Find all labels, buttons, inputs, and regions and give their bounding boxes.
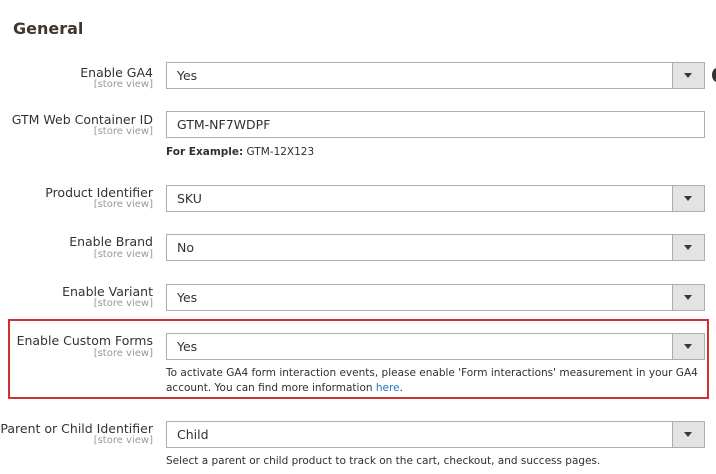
dropdown-button[interactable] (672, 235, 704, 260)
chevron-down-icon (684, 196, 692, 201)
field-example-note: For Example: GTM-12X123 (166, 145, 314, 160)
gtm-container-input[interactable]: GTM-NF7WDPF (166, 111, 705, 138)
enable-brand-select[interactable]: No (166, 234, 705, 261)
field-label: Parent or Child Identifier (0, 421, 153, 436)
note-line-1: To activate GA4 form interaction events,… (166, 367, 698, 379)
section-title: General (13, 19, 84, 38)
select-value: Yes (177, 68, 198, 83)
select-value: No (177, 240, 194, 255)
field-label: Enable Variant (62, 284, 153, 299)
parent-child-select[interactable]: Child (166, 421, 705, 448)
example-value: GTM-12X123 (243, 146, 315, 158)
chevron-down-icon (684, 295, 692, 300)
field-label: Enable GA4 (80, 65, 153, 80)
field-label: Enable Brand (69, 234, 153, 249)
dropdown-button[interactable] (672, 285, 704, 310)
enable-custom-forms-select[interactable]: Yes (166, 333, 705, 360)
field-label: Enable Custom Forms (16, 333, 153, 348)
dropdown-button[interactable] (672, 334, 704, 359)
select-value: SKU (177, 191, 202, 206)
scope-label: [store view] (93, 249, 153, 260)
note-line-2: account. You can find more information (166, 382, 376, 394)
field-label: GTM Web Container ID (11, 112, 153, 127)
select-value: Child (177, 427, 209, 442)
note-end: . (399, 382, 403, 394)
field-label: Product Identifier (45, 185, 153, 200)
scope-label: [store view] (93, 199, 153, 210)
enable-variant-select[interactable]: Yes (166, 284, 705, 311)
scope-label: [store view] (93, 348, 153, 359)
chevron-down-icon (684, 432, 692, 437)
scope-label: [store view] (93, 435, 153, 446)
select-value: Yes (177, 290, 198, 305)
dropdown-button[interactable] (672, 63, 704, 88)
dropdown-button[interactable] (672, 422, 704, 447)
field-note: To activate GA4 form interaction events,… (166, 366, 698, 396)
scope-label: [store view] (93, 298, 153, 309)
chevron-down-icon (684, 245, 692, 250)
more-info-link[interactable]: here (376, 382, 400, 394)
enable-ga4-select[interactable]: Yes (166, 62, 705, 89)
scope-label: [store view] (93, 126, 153, 137)
example-prefix: For Example: (166, 146, 244, 158)
dropdown-button[interactable] (672, 186, 704, 211)
select-value: Yes (177, 339, 198, 354)
chevron-down-icon (684, 73, 692, 78)
product-identifier-select[interactable]: SKU (166, 185, 705, 212)
input-value: GTM-NF7WDPF (177, 117, 271, 132)
scroll-indicator (712, 68, 716, 82)
chevron-down-icon (684, 344, 692, 349)
scope-label: [store view] (93, 79, 153, 90)
field-note: Select a parent or child product to trac… (166, 455, 601, 467)
